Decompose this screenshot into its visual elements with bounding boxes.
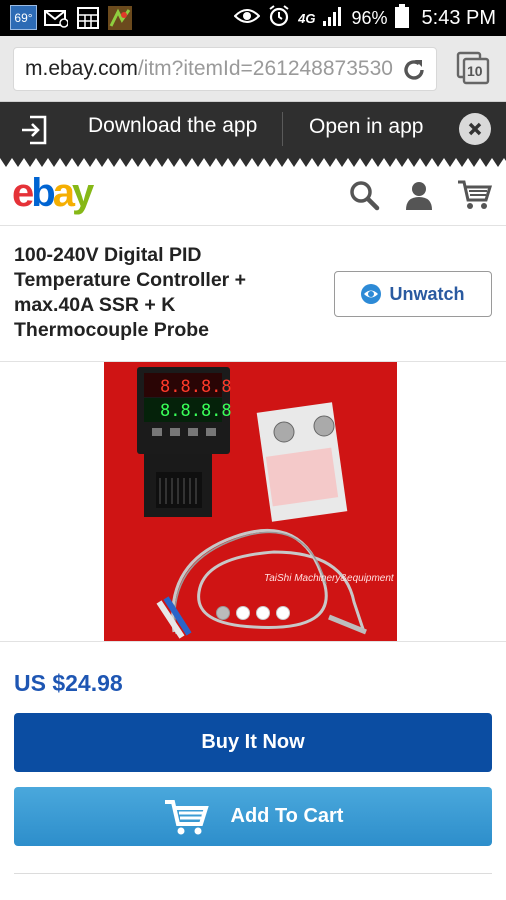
weather-temperature: 69° [10, 5, 37, 30]
tab-count: 10 [467, 63, 483, 79]
unwatch-button[interactable]: Unwatch [334, 271, 492, 317]
carousel-dot[interactable] [256, 606, 270, 620]
url-text[interactable]: m.ebay.com/itm?itemId=261248873530 [25, 57, 395, 81]
add-to-cart-label: Add To Cart [230, 805, 344, 827]
logo-letter: y [71, 171, 94, 215]
address-bar[interactable]: m.ebay.com/itm?itemId=261248873530 [13, 47, 437, 91]
cart-icon[interactable] [456, 178, 493, 212]
svg-text:8.8.8.8: 8.8.8.8 [160, 377, 232, 397]
price: US $24.98 [14, 670, 123, 696]
close-banner-button[interactable] [459, 113, 491, 145]
product-photo-illustration: 8.8.8.8 8.8.8.8 [104, 362, 397, 641]
listing-title: 100-240V Digital PID Temperature Control… [14, 244, 247, 341]
battery-icon [394, 3, 409, 33]
notification-icons: 69° [10, 5, 133, 30]
tabs-button[interactable]: 10 [455, 50, 491, 86]
add-to-cart-button[interactable]: Add To Cart [14, 787, 492, 846]
buy-it-now-label: Buy It Now [201, 731, 305, 753]
logo-letter: b [31, 171, 56, 215]
buy-it-now-button[interactable]: Buy It Now [14, 713, 492, 772]
signal-icon [322, 5, 344, 32]
listing-title-section: 100-240V Digital PID Temperature Control… [0, 226, 506, 362]
image-watermark: TaiShi Machinery&equipment [264, 573, 394, 584]
close-icon [468, 122, 482, 136]
clock: 5:43 PM [421, 6, 496, 29]
reload-icon[interactable] [400, 56, 428, 84]
image-gallery[interactable]: 8.8.8.8 8.8.8.8 TaiShi Machinery&equipme… [0, 362, 506, 642]
user-icon[interactable] [402, 178, 436, 212]
logo-letter: a [52, 171, 75, 215]
network-type: 4G [298, 10, 316, 26]
unwatch-label: Unwatch [389, 283, 465, 304]
alarm-icon [267, 4, 291, 33]
status-bar: 69° 4G 96% 5:43 PM [0, 0, 506, 36]
calculator-notification-icon [75, 6, 101, 30]
system-indicators: 4G 96% 5:43 PM [233, 3, 496, 33]
search-icon[interactable] [347, 178, 381, 212]
eye-icon [233, 8, 261, 29]
cart-icon [164, 799, 209, 834]
browser-toolbar: m.ebay.com/itm?itemId=261248873530 10 [0, 36, 506, 102]
download-app-icon[interactable] [20, 115, 48, 145]
carousel-dot[interactable] [216, 606, 230, 620]
app-download-banner: Download the app Open in app [0, 102, 506, 158]
svg-text:8.8.8.8: 8.8.8.8 [160, 401, 232, 421]
ebay-logo[interactable]: ebay [12, 171, 94, 216]
carousel-dot[interactable] [276, 606, 290, 620]
eye-icon [361, 284, 382, 304]
download-app-link[interactable]: Download the app [88, 114, 257, 138]
banner-divider [282, 112, 283, 146]
site-header: ebay [0, 168, 506, 226]
open-in-app-link[interactable]: Open in app [309, 115, 423, 139]
game-notification-icon [107, 5, 133, 30]
battery-percent: 96% [351, 7, 388, 28]
carousel-dots [216, 606, 290, 620]
section-divider [14, 873, 492, 874]
product-image[interactable]: 8.8.8.8 8.8.8.8 TaiShi Machinery&equipme… [104, 362, 397, 641]
logo-letter: e [12, 171, 34, 215]
url-path: /itm?itemId=261248873530 [137, 57, 393, 80]
url-host: m.ebay.com [25, 57, 138, 80]
banner-edge [0, 158, 506, 167]
email-notification-icon [43, 6, 69, 30]
carousel-dot[interactable] [236, 606, 250, 620]
